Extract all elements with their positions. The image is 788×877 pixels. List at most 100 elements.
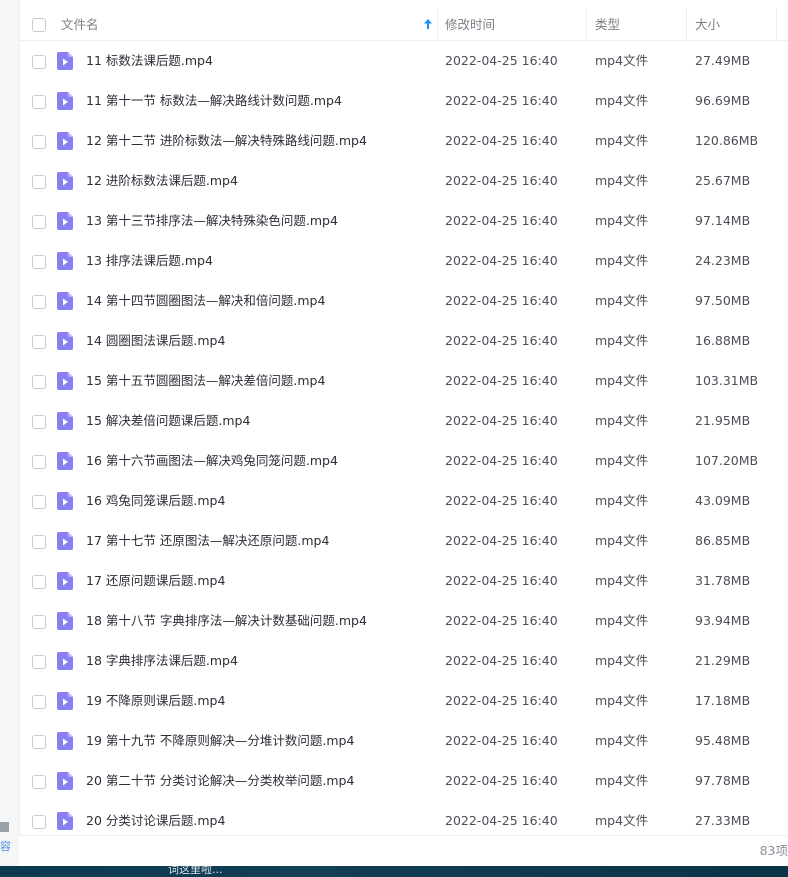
file-row[interactable]: 20 第二十节 分类讨论解决—分类枚举问题.mp4 2022-04-25 16:4…	[19, 761, 788, 801]
sort-ascending-icon[interactable]	[423, 18, 433, 30]
file-modified: 2022-04-25 16:40	[445, 53, 558, 68]
file-row[interactable]: 13 排序法课后题.mp4 2022-04-25 16:40 mp4文件 24.23M…	[19, 241, 788, 281]
file-name[interactable]: 19 不降原则课后题.mp4	[86, 681, 225, 721]
file-row[interactable]: 12 第十二节 进阶标数法—解决特殊路线问题.mp4 2022-04-25 16:…	[19, 121, 788, 161]
file-modified: 2022-04-25 16:40	[445, 573, 558, 588]
row-checkbox[interactable]	[32, 615, 46, 629]
file-name[interactable]: 11 第十一节 标数法—解决路线计数问题.mp4	[86, 81, 342, 121]
file-modified: 2022-04-25 16:40	[445, 453, 558, 468]
row-checkbox[interactable]	[32, 295, 46, 309]
file-type: mp4文件	[595, 333, 649, 348]
file-name[interactable]: 14 圆圈图法课后题.mp4	[86, 321, 225, 361]
row-checkbox[interactable]	[32, 695, 46, 709]
row-checkbox[interactable]	[32, 215, 46, 229]
file-name[interactable]: 13 排序法课后题.mp4	[86, 241, 213, 281]
file-row[interactable]: 17 还原问题课后题.mp4 2022-04-25 16:40 mp4文件 31.78…	[19, 561, 788, 601]
file-row[interactable]: 17 第十七节 还原图法—解决还原问题.mp4 2022-04-25 16:40 m…	[19, 521, 788, 561]
file-size: 86.85MB	[695, 533, 751, 548]
file-row[interactable]: 12 进阶标数法课后题.mp4 2022-04-25 16:40 mp4文件 25.6…	[19, 161, 788, 201]
file-name[interactable]: 12 第十二节 进阶标数法—解决特殊路线问题.mp4	[86, 121, 367, 161]
column-modified-header[interactable]: 修改时间	[445, 8, 495, 40]
file-modified: 2022-04-25 16:40	[445, 773, 558, 788]
column-name-header[interactable]: 文件名	[61, 8, 99, 40]
file-modified: 2022-04-25 16:40	[445, 293, 558, 308]
file-name[interactable]: 16 第十六节画图法—解决鸡兔同笼问题.mp4	[86, 441, 338, 481]
row-checkbox[interactable]	[32, 535, 46, 549]
file-name[interactable]: 17 第十七节 还原图法—解决还原问题.mp4	[86, 521, 329, 561]
file-size: 25.67MB	[695, 173, 751, 188]
file-row[interactable]: 11 标数法课后题.mp4 2022-04-25 16:40 mp4文件 27.49M…	[19, 41, 788, 81]
file-modified: 2022-04-25 16:40	[445, 413, 558, 428]
file-row[interactable]: 15 解决差倍问题课后题.mp4 2022-04-25 16:40 mp4文件 21.…	[19, 401, 788, 441]
file-type: mp4文件	[595, 133, 649, 148]
row-checkbox[interactable]	[32, 735, 46, 749]
video-file-icon	[57, 172, 73, 190]
file-name[interactable]: 11 标数法课后题.mp4	[86, 41, 213, 81]
file-row[interactable]: 13 第十三节排序法—解决特殊染色问题.mp4 2022-04-25 16:40 m…	[19, 201, 788, 241]
row-checkbox[interactable]	[32, 375, 46, 389]
file-modified: 2022-04-25 16:40	[445, 173, 558, 188]
file-name[interactable]: 20 分类讨论课后题.mp4	[86, 801, 225, 835]
file-size: 97.78MB	[695, 773, 751, 788]
video-file-icon	[57, 452, 73, 470]
column-type-header[interactable]: 类型	[595, 8, 620, 40]
file-row[interactable]: 20 分类讨论课后题.mp4 2022-04-25 16:40 mp4文件 27.33…	[19, 801, 788, 835]
row-checkbox[interactable]	[32, 335, 46, 349]
file-row[interactable]: 16 鸡兔同笼课后题.mp4 2022-04-25 16:40 mp4文件 43.09…	[19, 481, 788, 521]
row-checkbox[interactable]	[32, 55, 46, 69]
item-count: 83项	[759, 843, 788, 858]
file-row[interactable]: 19 不降原则课后题.mp4 2022-04-25 16:40 mp4文件 17.18…	[19, 681, 788, 721]
file-type: mp4文件	[595, 493, 649, 508]
left-panel-text[interactable]: 容	[0, 840, 11, 854]
row-checkbox[interactable]	[32, 775, 46, 789]
column-size-header[interactable]: 大小	[695, 8, 720, 40]
row-checkbox[interactable]	[32, 255, 46, 269]
row-checkbox[interactable]	[32, 175, 46, 189]
video-file-icon	[57, 572, 73, 590]
taskbar-search-hint[interactable]: 词这里啦...	[168, 866, 223, 877]
file-row[interactable]: 16 第十六节画图法—解决鸡兔同笼问题.mp4 2022-04-25 16:40 m…	[19, 441, 788, 481]
video-file-icon	[57, 492, 73, 510]
file-name[interactable]: 13 第十三节排序法—解决特殊染色问题.mp4	[86, 201, 338, 241]
file-row[interactable]: 19 第十九节 不降原则解决—分堆计数问题.mp4 2022-04-25 16:4…	[19, 721, 788, 761]
file-row[interactable]: 18 字典排序法课后题.mp4 2022-04-25 16:40 mp4文件 21.2…	[19, 641, 788, 681]
file-size: 120.86MB	[695, 133, 759, 148]
video-file-icon	[57, 372, 73, 390]
file-name[interactable]: 19 第十九节 不降原则解决—分堆计数问题.mp4	[86, 721, 354, 761]
video-file-icon	[57, 92, 73, 110]
file-name[interactable]: 15 第十五节圆圈图法—解决差倍问题.mp4	[86, 361, 325, 401]
file-row[interactable]: 14 圆圈图法课后题.mp4 2022-04-25 16:40 mp4文件 16.88…	[19, 321, 788, 361]
row-checkbox[interactable]	[32, 95, 46, 109]
left-panel-marker	[0, 822, 9, 832]
column-divider[interactable]	[686, 8, 687, 40]
file-type: mp4文件	[595, 813, 649, 828]
file-name[interactable]: 17 还原问题课后题.mp4	[86, 561, 225, 601]
file-row[interactable]: 14 第十四节圆圈图法—解决和倍问题.mp4 2022-04-25 16:40 mp…	[19, 281, 788, 321]
file-name[interactable]: 18 字典排序法课后题.mp4	[86, 641, 238, 681]
row-checkbox[interactable]	[32, 655, 46, 669]
select-all-checkbox[interactable]	[32, 18, 46, 32]
column-divider[interactable]	[586, 8, 587, 40]
row-checkbox[interactable]	[32, 135, 46, 149]
file-row[interactable]: 11 第十一节 标数法—解决路线计数问题.mp4 2022-04-25 16:40…	[19, 81, 788, 121]
file-row[interactable]: 18 第十八节 字典排序法—解决计数基础问题.mp4 2022-04-25 16:…	[19, 601, 788, 641]
row-checkbox[interactable]	[32, 815, 46, 829]
file-size: 16.88MB	[695, 333, 751, 348]
column-divider[interactable]	[437, 8, 438, 40]
row-checkbox[interactable]	[32, 415, 46, 429]
file-name[interactable]: 16 鸡兔同笼课后题.mp4	[86, 481, 225, 521]
file-name[interactable]: 18 第十八节 字典排序法—解决计数基础问题.mp4	[86, 601, 367, 641]
file-name[interactable]: 15 解决差倍问题课后题.mp4	[86, 401, 250, 441]
row-checkbox[interactable]	[32, 575, 46, 589]
file-size: 107.20MB	[695, 453, 759, 468]
file-type: mp4文件	[595, 733, 649, 748]
file-name[interactable]: 20 第二十节 分类讨论解决—分类枚举问题.mp4	[86, 761, 354, 801]
column-divider[interactable]	[776, 8, 777, 40]
file-name[interactable]: 14 第十四节圆圈图法—解决和倍问题.mp4	[86, 281, 325, 321]
row-checkbox[interactable]	[32, 455, 46, 469]
file-modified: 2022-04-25 16:40	[445, 373, 558, 388]
file-type: mp4文件	[595, 533, 649, 548]
row-checkbox[interactable]	[32, 495, 46, 509]
file-name[interactable]: 12 进阶标数法课后题.mp4	[86, 161, 238, 201]
file-row[interactable]: 15 第十五节圆圈图法—解决差倍问题.mp4 2022-04-25 16:40 mp…	[19, 361, 788, 401]
